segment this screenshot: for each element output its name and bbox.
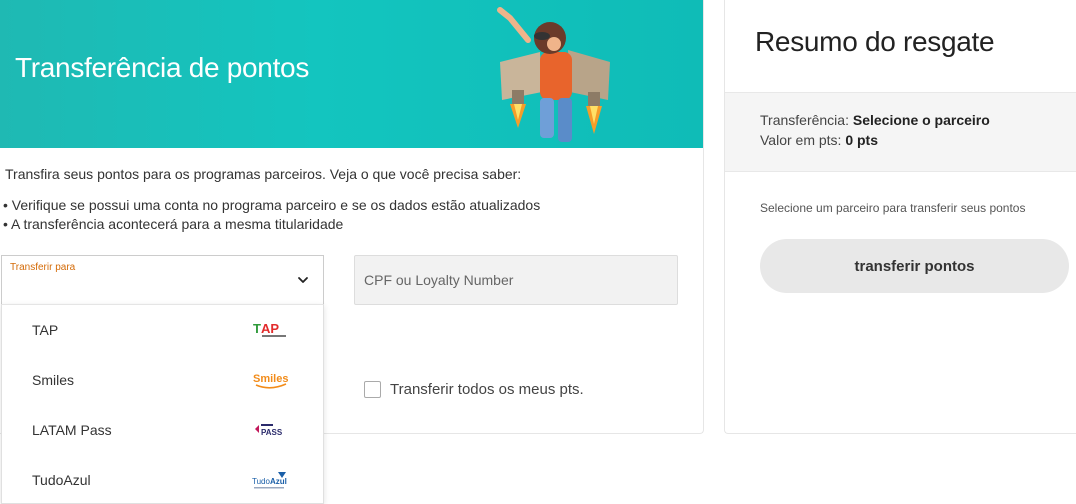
transfer-all-label[interactable]: Transferir todos os meus pts. [390, 381, 584, 398]
svg-text:PASS: PASS [261, 428, 283, 437]
requirement-item: • Verifique se possui uma conta no progr… [3, 197, 541, 213]
transfer-all-row[interactable]: Transferir todos os meus pts. [364, 381, 584, 398]
intro-text: Transfira seus pontos para os programas … [5, 166, 522, 182]
jetpack-kid-illustration [497, 7, 610, 142]
partner-option-label: LATAM Pass [32, 422, 112, 438]
summary-points-line: Valor em pts: 0 pts [760, 132, 878, 148]
transfer-all-checkbox[interactable] [364, 381, 381, 398]
tudoazul-logo-icon: Tudo Azul [252, 472, 287, 489]
partner-select[interactable]: Transferir para [1, 255, 324, 305]
chevron-down-icon[interactable] [295, 272, 311, 288]
summary-transfer-label: Transferência: [760, 112, 853, 128]
summary-transfer-value: Selecione o parceiro [852, 112, 990, 128]
requirements-list: • Verifique se possui uma conta no progr… [3, 196, 540, 234]
svg-text:Tudo: Tudo [252, 477, 270, 486]
page-title: Transferência de pontos [15, 52, 310, 83]
summary-helper-text: Selecione um parceiro para transferir se… [760, 201, 1026, 215]
summary-points-value: 0 pts [845, 132, 879, 148]
partner-option-latam-pass[interactable]: LATAM Pass PASS [2, 405, 323, 455]
summary-details: Transferência: Selecione o parceiro Valo… [725, 92, 1076, 172]
transfer-points-button[interactable]: transferir pontos [760, 239, 1069, 293]
requirement-item: • A transferência acontecerá para a mesm… [3, 216, 344, 232]
partner-option-label: TAP [32, 322, 59, 338]
tap-logo-icon: T AP [253, 321, 286, 337]
summary-transfer-line: Transferência: Selecione o parceiro [760, 112, 990, 128]
latam-pass-logo-icon: PASS [255, 424, 283, 437]
partner-option-smiles[interactable]: Smiles Smiles [2, 355, 323, 405]
svg-text:Azul: Azul [270, 477, 287, 486]
smiles-logo-icon: Smiles [253, 373, 288, 389]
partner-option-label: TudoAzul [32, 472, 91, 488]
partner-dropdown-menu: TAP T AP Smiles Smiles LATAM Pass PASS T… [1, 304, 324, 504]
cpf-loyalty-input[interactable] [354, 255, 678, 305]
partner-option-tap[interactable]: TAP T AP [2, 305, 323, 355]
summary-points-label: Valor em pts: [760, 132, 846, 148]
redemption-summary-card: Resumo do resgate Transferência: Selecio… [724, 0, 1076, 434]
summary-title: Resumo do resgate [755, 26, 995, 57]
partner-option-label: Smiles [32, 372, 75, 388]
banner: Transferência de pontos [0, 0, 703, 148]
partner-option-tudoazul[interactable]: TudoAzul Tudo Azul [2, 455, 323, 504]
svg-text:Smiles: Smiles [253, 373, 288, 385]
svg-text:AP: AP [261, 321, 279, 336]
svg-text:T: T [253, 321, 261, 336]
partner-select-label: Transferir para [10, 262, 76, 273]
